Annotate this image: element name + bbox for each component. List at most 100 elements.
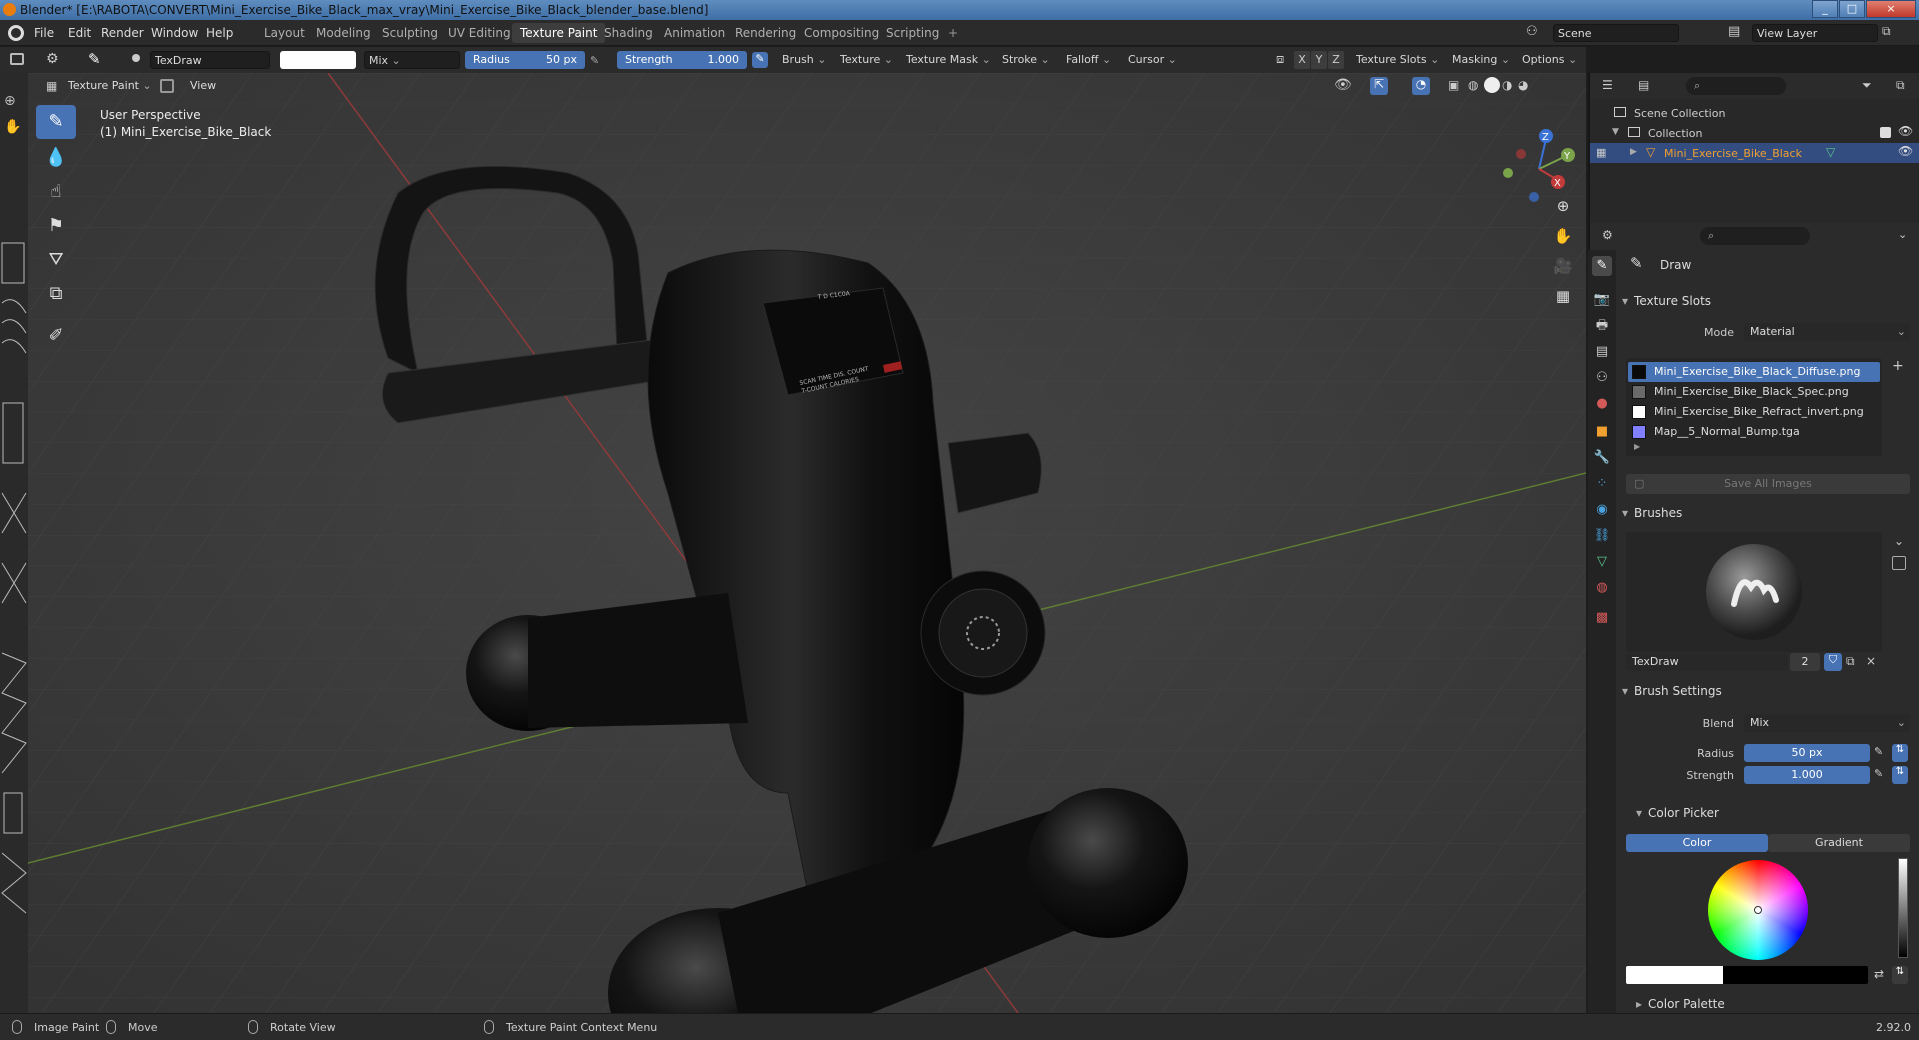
strength-pressure-icon[interactable]: ✎	[1874, 767, 1883, 780]
fake-user-icon[interactable]: ⛉	[1824, 653, 1842, 671]
view-layer-icon[interactable]: ▤	[1728, 24, 1740, 39]
scene-field[interactable]: Scene	[1553, 24, 1679, 42]
properties-search[interactable]: ⌕	[1700, 227, 1810, 245]
tab-render-icon[interactable]: 📷	[1592, 290, 1612, 310]
brush-users-count[interactable]: 2	[1790, 653, 1820, 671]
view-menu[interactable]: View	[190, 79, 216, 92]
texture-slot-row[interactable]: Mini_Exercise_Bike_Black_Spec.png	[1628, 382, 1880, 402]
tab-constraints-icon[interactable]: ⛓	[1592, 526, 1612, 546]
tab-sculpting[interactable]: Sculpting	[374, 23, 446, 43]
zoom-icon[interactable]: ⊕	[1550, 193, 1576, 219]
color-tab[interactable]: Color	[1626, 834, 1768, 852]
menu-window[interactable]: Window	[151, 26, 198, 40]
outliner-row-collection[interactable]: ▼ Collection 👁	[1590, 123, 1919, 143]
tab-object-icon[interactable]: ■	[1592, 422, 1612, 442]
strength-unit-icon[interactable]: ⇅	[1892, 766, 1908, 784]
add-workspace-button[interactable]: +	[940, 23, 966, 43]
mode-dropdown[interactable]: Texture Paint	[64, 77, 156, 95]
brush-image-icon[interactable]	[1892, 556, 1906, 570]
swap-colors-icon[interactable]: ⇄	[1874, 967, 1884, 981]
brush-list-dropdown-icon[interactable]: ⌄	[1894, 534, 1904, 548]
texture-mask-menu[interactable]: Texture Mask	[902, 51, 995, 69]
3d-viewport[interactable]: T D C1C0A SCAN TIME DIS. COUNT T-COUNT C…	[28, 73, 1586, 1013]
filter-icon[interactable]: ⏷	[1862, 78, 1872, 93]
texture-slot-row[interactable]: Map__5_Normal_Bump.tga	[1628, 422, 1880, 442]
properties-editor-icon[interactable]: ⚙	[1602, 228, 1613, 242]
value-slider[interactable]	[1898, 858, 1908, 958]
gizmo-neg-x[interactable]	[1516, 149, 1526, 159]
tab-modifier-icon[interactable]: 🔧	[1592, 448, 1612, 468]
mask-toggle-icon[interactable]	[160, 79, 174, 93]
tab-rendering[interactable]: Rendering	[727, 23, 804, 43]
menu-edit[interactable]: Edit	[68, 26, 91, 40]
mirror-x-button[interactable]: X	[1294, 51, 1310, 69]
unlink-brush-icon[interactable]: ×	[1866, 654, 1876, 668]
radius-pressure-icon[interactable]: ✎	[590, 54, 599, 67]
falloff-menu[interactable]: Falloff	[1062, 51, 1115, 69]
mask-tool-icon[interactable]: ⧉	[36, 277, 76, 311]
tab-physics-icon[interactable]: ◉	[1592, 500, 1612, 520]
overlay-toggle-icon[interactable]: ◔	[1412, 77, 1430, 95]
tab-texture-icon[interactable]: ▩	[1592, 608, 1612, 628]
expand-arrow-icon[interactable]: ▼	[1612, 127, 1619, 137]
blender-menu-icon[interactable]	[8, 25, 24, 41]
mirror-icon[interactable]: ⧈	[1276, 52, 1284, 67]
tab-scene-icon[interactable]: ⚇	[1592, 368, 1612, 388]
new-view-layer-icon[interactable]: ⧉	[1882, 24, 1891, 39]
color-swatch-bar[interactable]	[1626, 966, 1868, 984]
texture-slots-header[interactable]: ▾ Texture Slots	[1622, 294, 1912, 316]
outliner-row-scene-collection[interactable]: Scene Collection	[1590, 103, 1919, 123]
gradient-tab[interactable]: Gradient	[1768, 834, 1910, 852]
gizmo-neg-z[interactable]	[1529, 192, 1539, 202]
new-collection-icon[interactable]: ⧉	[1896, 78, 1905, 93]
cursor-menu[interactable]: Cursor	[1124, 51, 1181, 69]
close-button[interactable]: ×	[1866, 0, 1916, 18]
pan-hand-icon[interactable]: ✋	[1550, 223, 1576, 249]
expand-arrow-icon[interactable]: ▶	[1630, 147, 1637, 157]
texture-slots-menu[interactable]: Texture Slots	[1352, 51, 1443, 69]
material-shading-icon[interactable]: ◑	[1502, 78, 1512, 92]
outliner-editor-icon[interactable]: ☰	[1602, 78, 1613, 92]
radius-slider[interactable]: 50 px	[1744, 744, 1870, 762]
ortho-grid-icon[interactable]: ▦	[1550, 283, 1576, 309]
tab-tool-icon[interactable]: ✎	[1592, 256, 1612, 276]
brush-name-field[interactable]: TexDraw	[1626, 653, 1788, 671]
add-slot-icon[interactable]: +	[1892, 358, 1904, 374]
gizmo-neg-y[interactable]	[1503, 168, 1513, 178]
mode-icon[interactable]: ⚙	[46, 51, 59, 67]
texture-menu[interactable]: Texture	[836, 51, 897, 69]
color-wheel-cursor[interactable]	[1754, 906, 1762, 914]
collection-eye-icon[interactable]: 👁	[1898, 124, 1913, 138]
clone-tool-icon[interactable]: ⚑	[36, 209, 76, 243]
tab-texture-paint[interactable]: Texture Paint	[512, 23, 606, 43]
radius-pressure-icon[interactable]: ✎	[1874, 745, 1883, 758]
brush-name-field[interactable]: TexDraw	[150, 51, 270, 69]
tab-shading[interactable]: Shading	[596, 23, 661, 43]
color-wheel[interactable]	[1708, 860, 1808, 960]
tab-animation[interactable]: Animation	[656, 23, 733, 43]
radius-unit-icon[interactable]: ⇅	[1892, 744, 1908, 762]
exclude-checkbox[interactable]	[1880, 127, 1891, 138]
options-menu[interactable]: Options	[1518, 51, 1581, 69]
tab-compositing[interactable]: Compositing	[796, 23, 887, 43]
tab-modeling[interactable]: Modeling	[308, 23, 379, 43]
maximize-button[interactable]: □	[1839, 0, 1865, 18]
stroke-menu[interactable]: Stroke	[998, 51, 1054, 69]
tab-data-icon[interactable]: ▽	[1592, 552, 1612, 572]
texture-slot-row[interactable]: Mini_Exercise_Bike_Black_Diffuse.png	[1628, 362, 1880, 382]
texture-slot-row[interactable]: Mini_Exercise_Bike_Refract_invert.png	[1628, 402, 1880, 422]
menu-help[interactable]: Help	[206, 26, 233, 40]
tab-uv-editing[interactable]: UV Editing	[440, 23, 519, 43]
radius-slider[interactable]: Radius 50 px	[465, 51, 585, 69]
list-expand-arrow-icon[interactable]: ▶	[1634, 442, 1640, 451]
strength-slider[interactable]: 1.000	[1744, 766, 1870, 784]
tab-scripting[interactable]: Scripting	[878, 23, 947, 43]
tab-material-icon[interactable]: ◍	[1592, 578, 1612, 598]
brush-menu[interactable]: Brush	[778, 51, 830, 69]
object-eye-icon[interactable]: 👁	[1898, 144, 1913, 158]
minimize-button[interactable]: _	[1812, 0, 1838, 18]
outliner-row-object[interactable]: ▦ ▶ ▽ Mini_Exercise_Bike_Black ▽ 👁	[1590, 143, 1919, 163]
mode-dropdown[interactable]: Material ⌄	[1744, 323, 1910, 341]
tab-view-layer-icon[interactable]: ▤	[1592, 342, 1612, 362]
strength-pressure-icon[interactable]: ✎	[752, 52, 768, 68]
